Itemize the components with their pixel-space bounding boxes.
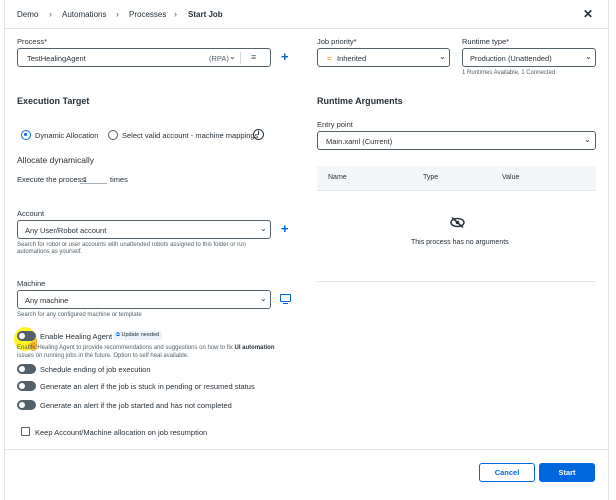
schedule-ending-toggle[interactable] bbox=[17, 364, 36, 374]
chevron-down-icon: ⌄ bbox=[584, 135, 591, 144]
alert-not-completed-label: Generate an alert if the job started and… bbox=[40, 401, 232, 410]
radio-mappings-label: Select valid account - machine mappings bbox=[122, 131, 259, 140]
execute-prefix: Execute the process bbox=[17, 175, 85, 184]
radio-dynamic-allocation-label: Dynamic Allocation bbox=[35, 131, 99, 140]
radio-dynamic-allocation[interactable] bbox=[21, 130, 31, 140]
chevron-down-icon: ⌄ bbox=[585, 52, 592, 61]
allocate-dynamically-title: Allocate dynamically bbox=[17, 155, 95, 165]
chevron-right-icon: › bbox=[116, 9, 119, 19]
healing-description-line2: issues on running jobs in the future. Op… bbox=[17, 353, 189, 359]
start-button[interactable]: Start bbox=[539, 463, 595, 482]
machine-value: Any machine bbox=[25, 296, 69, 305]
account-label: Account bbox=[17, 209, 45, 218]
alert-pending-label: Generate an alert if the job is stuck in… bbox=[40, 382, 255, 391]
process-type-tag: (RPA) bbox=[209, 54, 229, 63]
runtime-arguments-title: Runtime Arguments bbox=[317, 96, 403, 106]
equals-icon: = bbox=[327, 54, 332, 63]
runtime-type-select[interactable]: Production (Unattended) ⌄ bbox=[462, 48, 596, 67]
dialog-right-border bbox=[608, 0, 609, 500]
alert-not-completed-toggle[interactable] bbox=[17, 400, 36, 410]
healing-description-bold: UI automation bbox=[234, 345, 275, 351]
execution-target-title: Execution Target bbox=[17, 96, 90, 106]
account-hint-line2: automations as yourself. bbox=[17, 249, 83, 255]
healing-description-line1: Enable Healing Agent to provide recommen… bbox=[17, 344, 274, 352]
close-icon[interactable]: ✕ bbox=[583, 7, 593, 21]
runtime-type-hint: 1 Runtimes Available, 1 Connected bbox=[462, 70, 556, 76]
column-header-type: Type bbox=[423, 174, 439, 181]
chevron-down-icon: ⌄ bbox=[260, 294, 267, 303]
process-select[interactable]: TestHealingAgent (RPA) ⌄ ≡ bbox=[17, 48, 271, 67]
execute-count-input[interactable]: 1 bbox=[80, 173, 107, 184]
update-needed-badge: ⧉ Update needed bbox=[113, 331, 163, 340]
header-divider bbox=[5, 28, 608, 29]
eye-off-icon bbox=[450, 216, 465, 231]
add-process-icon[interactable]: + bbox=[281, 49, 289, 64]
keep-allocation-label: Keep Account/Machine allocation on job r… bbox=[35, 428, 208, 437]
process-label: Process* bbox=[17, 37, 48, 46]
runtime-type-value: Production (Unattended) bbox=[470, 54, 552, 63]
radio-account-machine-mappings[interactable] bbox=[108, 130, 118, 140]
chevron-right-icon: › bbox=[174, 9, 177, 19]
job-priority-select[interactable]: = Inherited ⌄ bbox=[317, 48, 450, 67]
dialog-left-border bbox=[4, 0, 5, 500]
update-needed-label: Update needed bbox=[121, 332, 160, 338]
entry-point-label: Entry point bbox=[317, 120, 353, 129]
job-priority-value: Inherited bbox=[337, 54, 367, 63]
info-icon[interactable]: i bbox=[253, 129, 264, 140]
entry-point-select[interactable]: Main.xaml (Current) ⌄ bbox=[317, 131, 596, 150]
table-header-divider bbox=[317, 190, 596, 191]
monitor-stand bbox=[283, 303, 288, 305]
chevron-down-icon: ⌄ bbox=[260, 224, 267, 233]
add-account-icon[interactable]: + bbox=[281, 221, 289, 236]
entry-point-value: Main.xaml (Current) bbox=[326, 137, 393, 146]
chevron-down-icon: ⌄ bbox=[229, 52, 236, 61]
update-icon: ⧉ bbox=[116, 332, 120, 338]
healing-description-prefix: Enable Healing Agent to provide recommen… bbox=[17, 345, 235, 351]
no-arguments-text: This process has no arguments bbox=[411, 239, 509, 246]
breadcrumb-item-automations[interactable]: Automations bbox=[62, 10, 106, 19]
chevron-right-icon: › bbox=[49, 9, 52, 19]
account-select[interactable]: Any User/Robot account ⌄ bbox=[17, 220, 271, 239]
footer-divider bbox=[5, 449, 608, 450]
machine-label: Machine bbox=[17, 279, 46, 288]
schedule-ending-label: Schedule ending of job execution bbox=[40, 365, 151, 374]
column-header-name: Name bbox=[328, 174, 347, 181]
column-header-value: Value bbox=[502, 174, 520, 181]
account-value: Any User/Robot account bbox=[25, 226, 107, 235]
machine-hint: Search for any configured machine or tem… bbox=[17, 312, 142, 318]
cancel-button[interactable]: Cancel bbox=[479, 463, 535, 482]
machine-select[interactable]: Any machine ⌄ bbox=[17, 290, 271, 309]
breadcrumb-item-start-job: Start Job bbox=[188, 10, 223, 19]
alert-pending-toggle[interactable] bbox=[17, 381, 36, 391]
healing-agent-label: Enable Healing Agent bbox=[40, 332, 113, 341]
breadcrumb-item-demo[interactable]: Demo bbox=[17, 10, 38, 19]
breadcrumb-item-processes[interactable]: Processes bbox=[129, 10, 166, 19]
arguments-table-header: Name Type Value bbox=[317, 166, 596, 190]
table-bottom-divider bbox=[317, 281, 596, 282]
job-priority-label: Job priority* bbox=[317, 37, 357, 46]
filter-icon[interactable]: ≡ bbox=[251, 52, 256, 62]
select-divider bbox=[240, 52, 241, 64]
execute-suffix: times bbox=[110, 175, 128, 184]
process-value: TestHealingAgent bbox=[27, 54, 86, 63]
chevron-down-icon: ⌄ bbox=[439, 52, 446, 61]
runtime-type-label: Runtime type* bbox=[462, 37, 510, 46]
monitor-icon[interactable] bbox=[280, 294, 291, 302]
execute-count-value: 1 bbox=[83, 175, 88, 184]
keep-allocation-checkbox[interactable] bbox=[21, 427, 30, 436]
